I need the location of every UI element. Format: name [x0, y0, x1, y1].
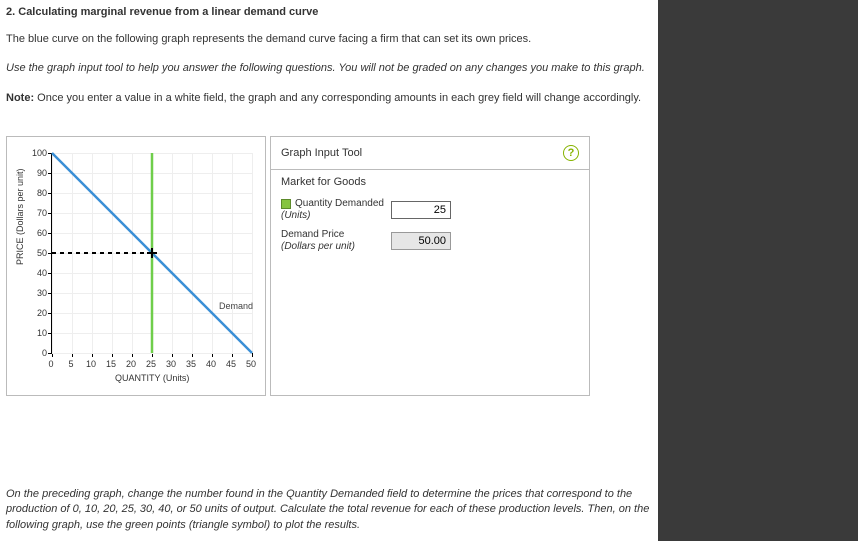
y-tick: 100 — [25, 148, 47, 158]
x-tick: 25 — [144, 359, 158, 369]
green-swatch-icon — [281, 199, 291, 209]
x-tick: 20 — [124, 359, 138, 369]
note-label: Note: — [6, 92, 34, 104]
price-sublabel: (Dollars per unit) — [281, 241, 391, 253]
x-tick: 10 — [84, 359, 98, 369]
tool-header: Graph Input Tool ? — [271, 137, 589, 170]
x-tick: 0 — [44, 359, 58, 369]
question-title: 2. Calculating marginal revenue from a l… — [6, 6, 652, 18]
tool-title: Graph Input Tool — [281, 147, 362, 159]
help-icon[interactable]: ? — [563, 145, 579, 161]
quantity-row: Quantity Demanded (Units) — [271, 194, 589, 225]
y-tick: 70 — [25, 208, 47, 218]
price-row: Demand Price (Dollars per unit) — [271, 225, 589, 256]
y-tick: 80 — [25, 188, 47, 198]
y-tick: 20 — [25, 308, 47, 318]
y-tick: 50 — [25, 248, 47, 258]
question-number: 2. — [6, 6, 15, 18]
y-tick: 10 — [25, 328, 47, 338]
x-tick: 45 — [224, 359, 238, 369]
y-tick: 0 — [25, 348, 47, 358]
plot-area[interactable] — [51, 153, 252, 354]
price-label-text: Demand Price — [281, 229, 344, 240]
graph-input-tool: Graph Input Tool ? Market for Goods Quan… — [270, 136, 590, 396]
intro-text: The blue curve on the following graph re… — [6, 32, 652, 47]
x-axis-label: QUANTITY (Units) — [115, 373, 189, 383]
quantity-label: Quantity Demanded (Units) — [281, 198, 391, 221]
bottom-instruction: On the preceding graph, change the numbe… — [6, 487, 652, 533]
tool-subtitle: Market for Goods — [271, 170, 589, 194]
quantity-sublabel: (Units) — [281, 210, 391, 222]
y-tick: 30 — [25, 288, 47, 298]
quantity-input[interactable] — [391, 201, 451, 219]
y-tick: 40 — [25, 268, 47, 278]
x-tick: 15 — [104, 359, 118, 369]
y-tick: 90 — [25, 168, 47, 178]
x-tick: 5 — [64, 359, 78, 369]
demand-legend: Demand — [219, 301, 253, 311]
question-heading: Calculating marginal revenue from a line… — [18, 6, 318, 18]
y-axis-label: PRICE (Dollars per unit) — [15, 169, 25, 266]
price-label: Demand Price (Dollars per unit) — [281, 229, 391, 252]
x-tick: 40 — [204, 359, 218, 369]
instruction-text: Use the graph input tool to help you ans… — [6, 61, 652, 76]
x-tick: 30 — [164, 359, 178, 369]
x-tick: 35 — [184, 359, 198, 369]
quantity-label-text: Quantity Demanded — [295, 198, 384, 209]
y-tick: 60 — [25, 228, 47, 238]
note-line: Note: Once you enter a value in a white … — [6, 91, 652, 106]
note-text: Once you enter a value in a white field,… — [37, 92, 641, 104]
price-output — [391, 232, 451, 250]
demand-graph[interactable]: PRICE (Dollars per unit) QUANTITY (Units… — [6, 136, 266, 396]
side-panel — [658, 0, 858, 541]
x-tick: 50 — [244, 359, 258, 369]
